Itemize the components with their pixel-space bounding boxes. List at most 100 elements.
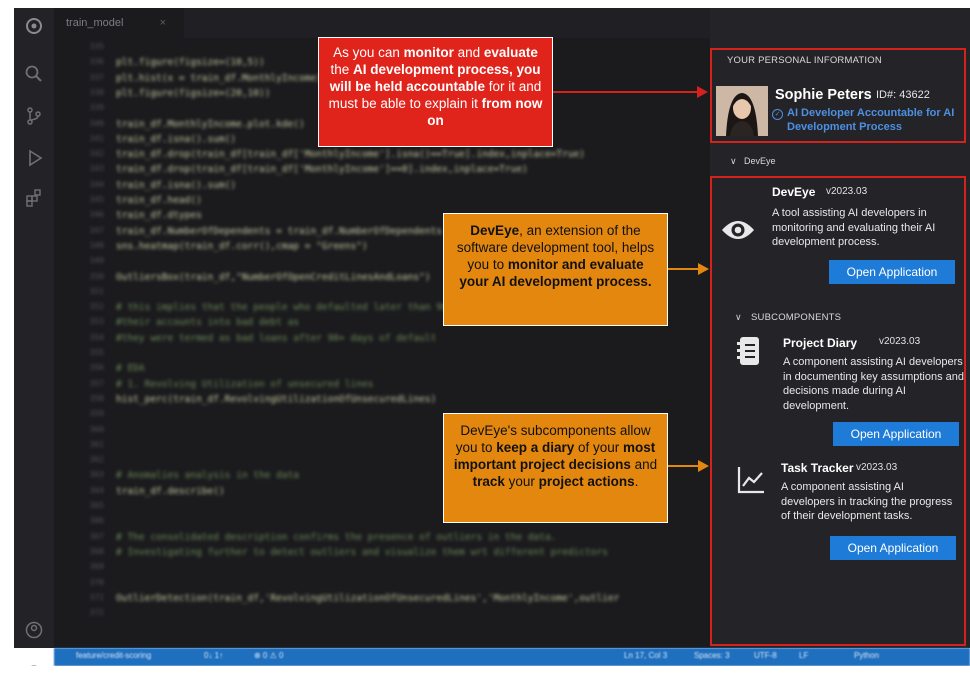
line-number: 340 <box>89 119 104 128</box>
line-number: 338 <box>89 88 104 97</box>
code-line[interactable]: train_df.dtypes <box>116 210 202 221</box>
line-number: 365 <box>89 501 104 510</box>
status-eol[interactable]: LF <box>799 651 808 660</box>
callout-arrow <box>668 268 700 270</box>
code-line[interactable]: hist_perc(train_df.RevolvingUtilizationO… <box>116 394 436 405</box>
status-bar: feature/credit-scoring 0↓ 1↑ ⊗ 0 ⚠ 0 Ln … <box>54 648 970 666</box>
search-icon[interactable] <box>24 64 44 84</box>
code-line[interactable]: train_df.drop(train_df[train_df['Monthly… <box>116 164 528 175</box>
callout-bold: evaluate <box>483 45 538 60</box>
line-number: 361 <box>89 440 104 449</box>
chevron-down-icon[interactable]: ∨ <box>730 156 737 167</box>
line-number: 356 <box>89 363 104 372</box>
callout-arrow-head <box>698 460 709 472</box>
status-position[interactable]: Ln 17, Col 3 <box>624 651 667 660</box>
line-number: 368 <box>89 547 104 556</box>
run-debug-icon[interactable] <box>24 148 44 168</box>
code-line[interactable]: train_df.describe() <box>116 486 225 497</box>
extensions-icon[interactable] <box>24 188 44 208</box>
callout-text: and <box>453 45 484 60</box>
code-line[interactable]: sns.heatmap(train_df.corr(),cmap = "Gree… <box>116 241 368 252</box>
explorer-icon[interactable] <box>24 16 44 36</box>
status-sync[interactable]: 0↓ 1↑ <box>204 651 223 660</box>
line-number: 352 <box>89 302 104 311</box>
line-number: 370 <box>89 578 104 587</box>
callout-accountability: As you can monitor and evaluate the AI d… <box>318 37 553 147</box>
activity-bar <box>14 8 54 648</box>
line-number: 354 <box>89 333 104 342</box>
code-line[interactable]: # 1. Revolving Utilization of unsecured … <box>116 379 373 390</box>
line-number: 364 <box>89 486 104 495</box>
line-number: 367 <box>89 532 104 541</box>
screenshot-frame: train_model × 335 336 plt.figure(figsize=(… <box>0 0 970 688</box>
callout-text: of your <box>574 440 624 455</box>
code-line[interactable]: # The consolidated description confirms … <box>116 532 556 543</box>
tab-train-model[interactable]: train_model × <box>54 8 184 38</box>
bottom-margin <box>0 666 970 688</box>
callout-bold: DevEye <box>470 223 520 238</box>
tab-label: train_model <box>66 17 124 29</box>
line-number: 345 <box>89 195 104 204</box>
account-icon[interactable] <box>24 620 44 640</box>
callout-subcomponents: DevEye's subcomponents allow you to keep… <box>443 413 668 523</box>
line-number: 355 <box>89 348 104 357</box>
line-number: 342 <box>89 149 104 158</box>
personal-info-highlight <box>710 48 966 143</box>
callout-text: the <box>330 62 353 77</box>
status-branch[interactable]: feature/credit-scoring <box>76 651 151 660</box>
line-number: 359 <box>89 409 104 418</box>
callout-bold: monitor <box>403 45 454 60</box>
callout-deveye: DevEye, an extension of the software dev… <box>443 213 668 326</box>
line-number: 348 <box>89 241 104 250</box>
editor-tab-bar: train_model × <box>54 8 710 38</box>
line-number: 337 <box>89 73 104 82</box>
code-line[interactable]: #they were termed as bad loans after 90+… <box>116 333 436 344</box>
status-language[interactable]: Python <box>854 651 879 660</box>
status-encoding[interactable]: UTF-8 <box>754 651 777 660</box>
code-line[interactable]: plt.figure(figsize=(10,5)) <box>116 57 265 68</box>
callout-bold: keep a diary <box>496 440 575 455</box>
callout-arrow <box>668 465 700 467</box>
callout-text: and <box>630 457 658 472</box>
code-line[interactable]: train_df.isna().sum() <box>116 180 236 191</box>
line-number: 353 <box>89 317 104 326</box>
code-line[interactable]: train_df.drop(train_df[train_df['Monthly… <box>116 149 585 160</box>
code-line[interactable]: train_df.MonthlyIncome.plot.kde() <box>116 119 305 130</box>
code-line[interactable]: plt.figure(figsize=(20,10)) <box>116 88 270 99</box>
line-number: 371 <box>89 593 104 602</box>
code-line[interactable]: plt.hist(x = train_df.MonthlyIncome) <box>116 73 322 84</box>
code-line[interactable]: train_df.head() <box>116 195 202 206</box>
line-number: 347 <box>89 226 104 235</box>
code-line[interactable]: #their accounts into bad debt as <box>116 317 299 328</box>
code-line[interactable]: # Investigating further to detect outlie… <box>116 547 608 558</box>
code-line[interactable]: train_df.isna().sum() <box>116 134 236 145</box>
callout-text: . <box>634 474 639 489</box>
code-line[interactable]: # EDA <box>116 363 145 374</box>
source-control-icon[interactable] <box>24 106 44 126</box>
code-line[interactable]: train_df.NumberOfDependents = train_df.N… <box>116 226 442 237</box>
code-line[interactable]: # Anomalies analysis in the data <box>116 470 299 481</box>
line-number: 351 <box>89 287 104 296</box>
line-number: 350 <box>89 272 104 281</box>
line-number: 336 <box>89 57 104 66</box>
callout-arrow-head <box>698 263 709 275</box>
callout-bold: track <box>472 474 505 489</box>
status-problems[interactable]: ⊗ 0 ⚠ 0 <box>254 651 283 660</box>
close-icon[interactable]: × <box>160 8 166 38</box>
line-number: 369 <box>89 562 104 571</box>
line-number: 358 <box>89 394 104 403</box>
line-number: 346 <box>89 210 104 219</box>
deveye-tree-label[interactable]: DevEye <box>744 156 776 166</box>
line-number: 341 <box>89 134 104 143</box>
line-number: 335 <box>89 42 104 51</box>
line-number: 343 <box>89 164 104 173</box>
callout-bold: project actions <box>538 474 635 489</box>
code-line[interactable]: OutliersBox(train_df,"NumberOfOpenCredit… <box>116 272 431 283</box>
line-number: 349 <box>89 256 104 265</box>
status-spaces[interactable]: Spaces: 3 <box>694 651 730 660</box>
line-number: 372 <box>89 608 104 617</box>
line-number: 362 <box>89 455 104 464</box>
line-number: 366 <box>89 516 104 525</box>
code-line[interactable]: OutlierDetection(train_df,'RevolvingUtil… <box>116 593 619 604</box>
callout-text: your <box>504 474 539 489</box>
